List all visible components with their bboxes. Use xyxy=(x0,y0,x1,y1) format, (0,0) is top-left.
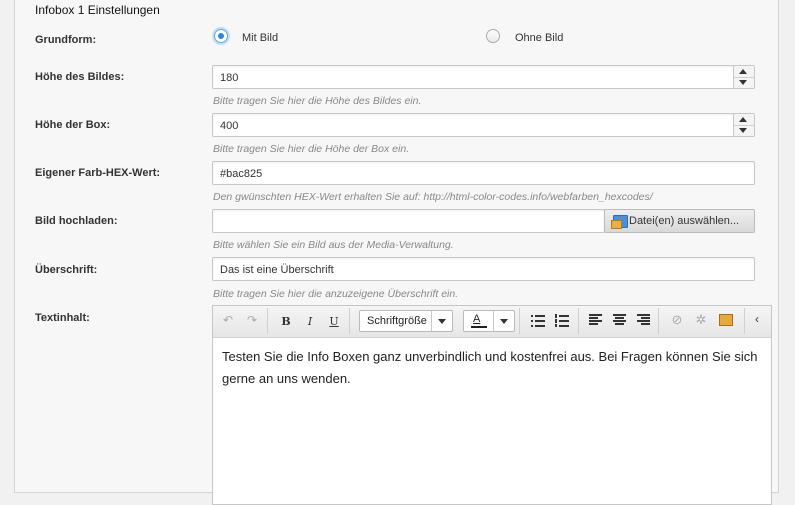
align-right-icon[interactable] xyxy=(637,314,650,326)
section-title: Infobox 1 Einstellungen xyxy=(35,3,160,17)
choose-files-label: Datei(en) auswählen... xyxy=(629,215,740,227)
numbered-list-icon[interactable] xyxy=(555,314,569,327)
bild-hint: Bitte wählen Sie ein Bild aus der Media-… xyxy=(213,239,454,251)
ueberschrift-value: Das ist eine Überschrift xyxy=(220,264,334,276)
format-group: B I U xyxy=(268,308,350,334)
chevron-down-icon[interactable] xyxy=(493,311,514,331)
hoehe-bild-hint: Bitte tragen Sie hier die Höhe des Bilde… xyxy=(213,95,422,107)
hoehe-box-value: 400 xyxy=(220,120,239,132)
radio-mit-bild-label[interactable]: Mit Bild xyxy=(242,32,278,44)
toolbar-divider xyxy=(657,308,659,334)
stepper-up-icon[interactable] xyxy=(739,69,747,74)
editor-content[interactable]: Testen Sie die Info Boxen ganz unverbind… xyxy=(222,346,770,390)
hoehe-bild-stepper[interactable] xyxy=(733,66,754,88)
hoehe-box-stepper[interactable] xyxy=(733,114,754,136)
history-group: ↶ ↷ xyxy=(213,308,268,334)
bold-button[interactable]: B xyxy=(278,315,294,328)
hoehe-bild-value: 180 xyxy=(220,72,239,84)
editor-toolbar: ↶ ↷ B I U Schriftgröße A ⊘ ✲ ‹ xyxy=(213,306,771,338)
toolbar-divider xyxy=(577,308,579,334)
toolbar-divider xyxy=(743,308,745,334)
textinhalt-label: Textinhalt: xyxy=(35,312,90,324)
ueberschrift-input[interactable]: Das ist eine Überschrift xyxy=(212,257,755,281)
font-color-swatch xyxy=(471,326,487,328)
image-files-icon xyxy=(611,215,628,229)
align-left-icon[interactable] xyxy=(589,314,602,326)
radio-ohne-bild[interactable] xyxy=(486,29,500,43)
font-color-icon: A xyxy=(473,313,481,325)
hoehe-box-label: Höhe der Box: xyxy=(35,119,111,131)
bullet-list-icon[interactable] xyxy=(531,314,545,327)
stepper-down-icon[interactable] xyxy=(739,80,747,85)
stepper-down-icon[interactable] xyxy=(739,128,747,133)
hoehe-box-input[interactable]: 400 xyxy=(212,113,755,137)
radio-mit-bild[interactable] xyxy=(214,29,228,43)
hoehe-box-hint: Bitte tragen Sie hier die Höhe der Box e… xyxy=(213,143,410,155)
bild-label: Bild hochladen: xyxy=(35,215,118,227)
rich-text-editor[interactable]: ↶ ↷ B I U Schriftgröße A ⊘ ✲ ‹ Testen Si… xyxy=(212,305,772,505)
undo-icon[interactable]: ↶ xyxy=(220,313,236,327)
redo-icon[interactable]: ↷ xyxy=(244,313,260,327)
farbe-label: Eigener Farb-HEX-Wert: xyxy=(35,167,161,179)
grundform-label: Grundform: xyxy=(35,34,97,46)
stepper-up-icon[interactable] xyxy=(739,117,747,122)
farbe-value: #bac825 xyxy=(220,168,263,180)
toolbar-divider xyxy=(518,308,520,334)
hoehe-bild-input[interactable]: 180 xyxy=(212,65,755,89)
hoehe-bild-label: Höhe des Bildes: xyxy=(35,71,125,83)
insert-image-icon[interactable] xyxy=(719,314,733,326)
unlink-icon[interactable]: ✲ xyxy=(693,312,709,328)
farbe-hint: Den gwünschten HEX-Wert erhalten Sie auf… xyxy=(213,191,653,203)
farbe-input[interactable]: #bac825 xyxy=(212,161,755,185)
radio-ohne-bild-label[interactable]: Ohne Bild xyxy=(515,32,563,44)
underline-button[interactable]: U xyxy=(326,315,342,328)
ueberschrift-label: Überschrift: xyxy=(35,264,98,276)
font-size-label: Schriftgröße xyxy=(367,315,427,327)
align-center-icon[interactable] xyxy=(613,314,626,326)
link-icon[interactable]: ⊘ xyxy=(669,312,685,328)
ueberschrift-hint: Bitte tragen Sie hier die anzuzeigene Üb… xyxy=(213,288,459,300)
chevron-down-icon[interactable] xyxy=(431,311,452,331)
stepper-divider xyxy=(734,125,754,126)
choose-files-button[interactable]: Datei(en) auswählen... xyxy=(604,209,755,233)
font-color-dropdown[interactable]: A xyxy=(463,310,515,332)
stepper-divider xyxy=(734,77,754,78)
more-tools-icon[interactable]: ‹ xyxy=(749,312,765,326)
bild-input[interactable] xyxy=(212,209,605,233)
italic-button[interactable]: I xyxy=(302,315,318,328)
font-size-dropdown[interactable]: Schriftgröße xyxy=(359,310,453,332)
